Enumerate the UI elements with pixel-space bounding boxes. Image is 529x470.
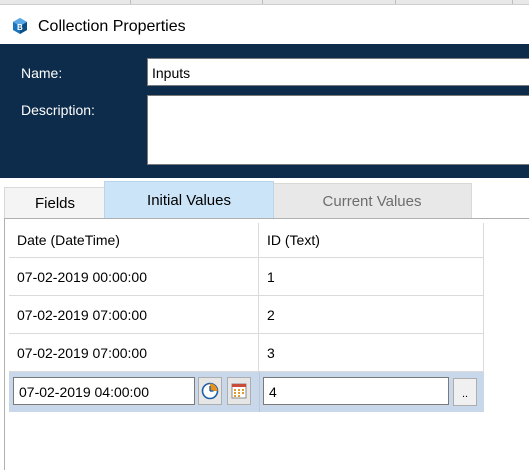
- tab-initial-values[interactable]: Initial Values: [104, 181, 274, 219]
- tab-fields[interactable]: Fields: [4, 187, 106, 219]
- table-row[interactable]: 07-02-2019 07:00:00 3: [9, 334, 484, 372]
- column-header-id[interactable]: ID (Text): [259, 223, 484, 258]
- clock-icon: [201, 382, 219, 400]
- id-editor-input[interactable]: 4: [263, 377, 449, 405]
- values-grid: Date (DateTime) ID (Text) 07-02-2019 00:…: [9, 223, 484, 412]
- blueprism-cube-icon: B: [13, 18, 27, 34]
- id-cell[interactable]: 2: [259, 296, 484, 334]
- date-cell[interactable]: 07-02-2019 07:00:00: [9, 334, 259, 372]
- svg-text:B: B: [17, 23, 23, 32]
- tab-current-values[interactable]: Current Values: [272, 183, 472, 219]
- date-cell[interactable]: 07-02-2019 00:00:00: [9, 258, 259, 296]
- description-field[interactable]: [147, 95, 529, 165]
- date-picker-button[interactable]: [227, 377, 251, 405]
- column-divider: [259, 372, 260, 412]
- tab-strip: Fields Current Values Initial Values: [0, 178, 529, 219]
- title-bar: B Collection Properties: [0, 5, 529, 44]
- date-editor-input[interactable]: 07-02-2019 04:00:00: [13, 377, 195, 405]
- date-cell[interactable]: 07-02-2019 07:00:00: [9, 296, 259, 334]
- calendar-icon: [231, 383, 247, 399]
- time-picker-button[interactable]: [198, 377, 222, 405]
- table-row[interactable]: 07-02-2019 07:00:00 2: [9, 296, 484, 334]
- id-cell[interactable]: 1: [259, 258, 484, 296]
- name-field[interactable]: Inputs: [147, 58, 529, 86]
- column-header-date[interactable]: Date (DateTime): [9, 223, 259, 258]
- edit-row[interactable]: 07-02-2019 04:00:00 4 ..: [9, 372, 484, 412]
- id-cell[interactable]: 3: [259, 334, 484, 372]
- description-label: Description:: [21, 102, 95, 118]
- window-title: Collection Properties: [38, 18, 186, 35]
- name-label: Name:: [21, 65, 63, 81]
- table-row[interactable]: 07-02-2019 00:00:00 1: [9, 258, 484, 296]
- grid-header-row: Date (DateTime) ID (Text): [9, 223, 484, 258]
- ellipsis-button[interactable]: ..: [453, 378, 477, 406]
